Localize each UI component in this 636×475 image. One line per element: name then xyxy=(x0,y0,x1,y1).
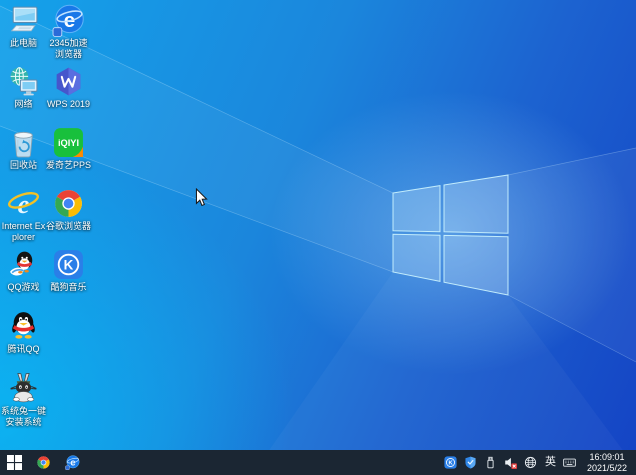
taskbar-button-start[interactable] xyxy=(0,450,29,475)
desktop-icon-network[interactable]: 网络 xyxy=(1,65,46,110)
system-tray: K 英 16:09:01 2021/5/22 xyxy=(444,450,636,475)
desktop-icon-label: WPS 2019 xyxy=(46,99,91,109)
start-icon xyxy=(7,455,22,470)
desktop-icon-label: 谷歌浏览器 xyxy=(46,221,92,231)
desktop-icon-kugou-music[interactable]: K 酷狗音乐 xyxy=(46,248,91,293)
mouse-cursor xyxy=(195,188,208,207)
usb-device-icon[interactable] xyxy=(484,456,498,470)
desktop-icon-label: 此电脑 xyxy=(9,38,37,48)
desktop-icon-label: QQ游戏 xyxy=(7,282,40,292)
desktop-icon-label: 2345加速浏览器 xyxy=(49,38,88,59)
desktop-icon-label: 网络 xyxy=(14,99,33,109)
qq-game-icon xyxy=(7,248,40,281)
desktop-icon-qq-games[interactable]: QQ游戏 xyxy=(1,248,46,293)
desktop-icon-this-pc[interactable]: 此电脑 xyxy=(1,4,46,49)
taskbar-buttons: e xyxy=(0,450,87,475)
security-shield-icon[interactable] xyxy=(464,456,478,470)
desktop-icon-internet-explorer[interactable]: e Internet Explorer xyxy=(1,187,46,243)
this-pc-icon xyxy=(7,4,40,37)
svg-text:iQIYI: iQIYI xyxy=(58,138,79,148)
taskbar-button-2345-browser[interactable]: e xyxy=(58,450,87,475)
network-globe-icon[interactable] xyxy=(524,456,538,470)
desktop-icon-system-rabbit[interactable]: 系统兔一键安装系统 xyxy=(1,372,46,428)
recycle-bin-icon xyxy=(7,126,40,159)
desktop-icon-2345-browser[interactable]: e 2345加速浏览器 xyxy=(46,4,91,60)
clock-time: 16:09:01 xyxy=(589,452,625,462)
touch-keyboard-icon[interactable] xyxy=(563,456,577,470)
taskbar-clock[interactable]: 16:09:01 2021/5/22 xyxy=(583,452,631,473)
e2345-icon: e xyxy=(65,455,80,470)
clock-date: 2021/5/22 xyxy=(586,462,627,473)
desktop-icon-label: 腾讯QQ xyxy=(7,344,40,354)
taskbar-button-chrome[interactable] xyxy=(29,450,58,475)
desktop: 此电脑 网络 回收站 e Internet Explorer QQ游戏 腾讯QQ… xyxy=(0,0,636,475)
taskbar: e K 英 16:09:01 2021/5/22 xyxy=(0,450,636,475)
e2345-icon: e xyxy=(52,4,85,37)
ime-indicator[interactable]: 英 xyxy=(544,450,557,475)
wps-icon xyxy=(52,65,85,98)
rabbit-icon xyxy=(7,372,40,405)
desktop-icon-chrome[interactable]: 谷歌浏览器 xyxy=(46,187,91,232)
desktop-icon-recycle-bin[interactable]: 回收站 xyxy=(1,126,46,171)
qq-icon xyxy=(7,310,40,343)
desktop-icon-label: 系统兔一键安装系统 xyxy=(1,406,47,427)
desktop-icons-grid: 此电脑 网络 回收站 e Internet Explorer QQ游戏 腾讯QQ… xyxy=(0,0,636,450)
desktop-icon-iqiyi-pps[interactable]: iQIYI 爱奇艺PPS xyxy=(46,126,91,171)
kugou-icon: K xyxy=(52,248,85,281)
desktop-icon-tencent-qq[interactable]: 腾讯QQ xyxy=(1,310,46,355)
ie-icon: e xyxy=(7,187,40,220)
kugou-tray-icon[interactable]: K xyxy=(444,456,458,470)
desktop-icon-label: Internet Explorer xyxy=(1,221,46,242)
chrome-icon xyxy=(36,455,51,470)
iqiyi-icon: iQIYI xyxy=(52,126,85,159)
desktop-icon-label: 酷狗音乐 xyxy=(50,282,87,292)
svg-text:K: K xyxy=(64,258,74,273)
desktop-icon-label: 爱奇艺PPS xyxy=(46,160,92,170)
volume-muted-icon[interactable] xyxy=(504,456,518,470)
desktop-icon-wps-2019[interactable]: WPS 2019 xyxy=(46,65,91,110)
chrome-icon xyxy=(52,187,85,220)
desktop-icon-label: 回收站 xyxy=(9,160,37,170)
network-icon xyxy=(7,65,40,98)
